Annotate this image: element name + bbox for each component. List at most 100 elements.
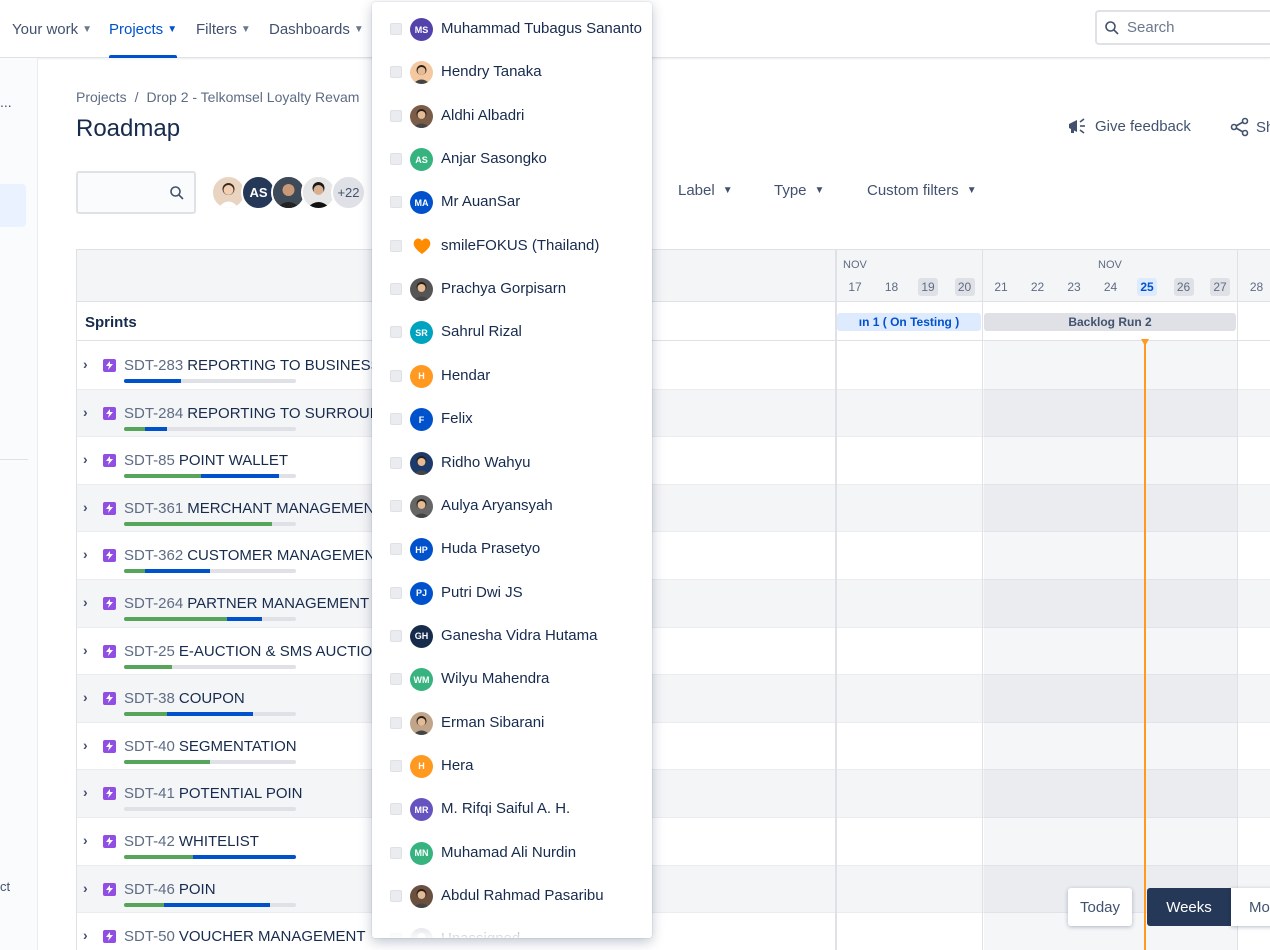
today-button[interactable]: Today (1068, 888, 1132, 926)
global-search-input[interactable]: Search (1095, 10, 1270, 45)
assignee-checkbox[interactable] (390, 23, 402, 35)
epic-title[interactable]: SDT-362 CUSTOMER MANAGEMENT (124, 547, 384, 564)
chevron-right-icon[interactable]: › (83, 404, 88, 420)
assignee-option[interactable]: MN Muhamad Ali Nurdin (372, 833, 652, 873)
chevron-right-icon[interactable]: › (83, 927, 88, 943)
epic-title[interactable]: SDT-50 VOUCHER MANAGEMENT (124, 928, 366, 945)
sprints-label: Sprints (85, 314, 137, 331)
assignee-option[interactable]: AS Anjar Sasongko (372, 139, 652, 179)
assignee-checkbox[interactable] (390, 716, 402, 729)
assignee-checkbox[interactable] (390, 499, 402, 512)
assignee-option[interactable]: MA Mr AuanSar (372, 182, 652, 222)
assignee-option[interactable]: smileFOKUS (Thailand) (372, 226, 652, 266)
roadmap-search-input[interactable] (76, 171, 196, 214)
label-filter-button[interactable]: Label ▼ (678, 182, 733, 199)
assignee-option[interactable]: F Felix (372, 399, 652, 439)
epic-title[interactable]: SDT-46 POIN (124, 881, 216, 898)
chevron-right-icon[interactable]: › (83, 642, 88, 658)
sidebar-more-icon[interactable]: ... (0, 94, 12, 110)
custom-filters-button[interactable]: Custom filters ▼ (867, 182, 977, 199)
epic-key: SDT-41 (124, 785, 175, 803)
epic-summary: COUPON (178, 690, 245, 708)
chevron-right-icon[interactable]: › (83, 880, 88, 896)
chevron-right-icon[interactable]: › (83, 689, 88, 705)
assignee-option[interactable]: Ridho Wahyu (372, 443, 652, 483)
epic-title[interactable]: SDT-264 PARTNER MANAGEMENT (124, 595, 369, 612)
nav-filters[interactable]: Filters ▼ (196, 0, 251, 58)
assignee-option[interactable]: Erman Sibarani (372, 703, 652, 743)
chevron-right-icon[interactable]: › (83, 784, 88, 800)
chevron-right-icon[interactable]: › (83, 451, 88, 467)
epic-title[interactable]: SDT-25 E-AUCTION & SMS AUCTION (124, 643, 383, 660)
nav-your-work[interactable]: Your work ▼ (12, 0, 92, 58)
assignee-name: M. Rifqi Saiful A. H. (441, 800, 571, 818)
nav-filters-label: Filters (196, 20, 237, 38)
assignee-option[interactable]: Prachya Gorpisarn (372, 269, 652, 309)
epic-icon (103, 835, 116, 848)
epic-title[interactable]: SDT-283 REPORTING TO BUSINESS U (124, 357, 396, 374)
chevron-right-icon[interactable]: › (83, 832, 88, 848)
assignee-checkbox[interactable] (390, 283, 402, 296)
sprint-bar[interactable]: Backlog Run 2 (984, 313, 1236, 331)
assignee-checkbox[interactable] (390, 803, 402, 816)
sidebar-item-roadmap[interactable] (0, 184, 26, 227)
assignee-checkbox[interactable] (390, 586, 402, 599)
assignee-option[interactable]: WM Wilyu Mahendra (372, 659, 652, 699)
epic-title[interactable]: SDT-41 POTENTIAL POIN (124, 785, 303, 802)
epic-title[interactable]: SDT-284 REPORTING TO SURROUND (124, 405, 391, 422)
assignee-checkbox[interactable] (390, 759, 402, 772)
timeline-divider[interactable] (835, 250, 837, 950)
chevron-right-icon[interactable]: › (83, 594, 88, 610)
months-button[interactable]: Mo (1231, 888, 1270, 926)
avatar-more-count[interactable]: +22 (331, 175, 366, 210)
assignee-name: Prachya Gorpisarn (441, 280, 567, 298)
assignee-checkbox[interactable] (390, 456, 402, 469)
chevron-right-icon[interactable]: › (83, 737, 88, 753)
assignee-option[interactable]: Aldhi Albadri (372, 96, 652, 136)
epic-title[interactable]: SDT-38 COUPON (124, 690, 245, 707)
progress-done (124, 617, 228, 621)
assignee-checkbox[interactable] (390, 196, 402, 209)
assignee-checkbox[interactable] (390, 153, 402, 166)
assignee-checkbox[interactable] (390, 890, 402, 902)
sidebar-item-project-settings[interactable]: ct (0, 879, 10, 894)
sprint-bar[interactable]: ın 1 ( On Testing ) (837, 313, 981, 331)
assignee-checkbox[interactable] (390, 673, 402, 686)
chevron-right-icon[interactable]: › (83, 499, 88, 515)
assignee-checkbox[interactable] (390, 413, 402, 426)
type-filter-button[interactable]: Type ▼ (774, 182, 824, 199)
weeks-button[interactable]: Weeks (1147, 888, 1231, 926)
share-button[interactable]: Sh (1230, 117, 1270, 137)
assignee-checkbox[interactable] (390, 846, 402, 859)
assignee-option[interactable]: H Hendar (372, 356, 652, 396)
assignee-checkbox[interactable] (390, 369, 402, 382)
epic-title[interactable]: SDT-42 WHITELIST (124, 833, 259, 850)
nav-dashboards[interactable]: Dashboards ▼ (269, 0, 364, 58)
assignee-option[interactable]: H Hera (372, 746, 652, 786)
assignee-option[interactable]: GH Ganesha Vidra Hutama (372, 616, 652, 656)
assignee-option[interactable]: MR M. Rifqi Saiful A. H. (372, 789, 652, 829)
breadcrumb-project[interactable]: Drop 2 - Telkomsel Loyalty Revam (146, 89, 359, 105)
assignee-option[interactable]: HP Huda Prasetyo (372, 529, 652, 569)
assignee-option[interactable]: Hendry Tanaka (372, 52, 652, 92)
nav-projects[interactable]: Projects ▼ (109, 0, 178, 58)
assignee-checkbox[interactable] (390, 109, 402, 122)
breadcrumb-projects[interactable]: Projects (76, 89, 127, 105)
chevron-right-icon[interactable]: › (83, 356, 88, 372)
epic-title[interactable]: SDT-40 SEGMENTATION (124, 738, 297, 755)
chevron-right-icon[interactable]: › (83, 546, 88, 562)
assignee-checkbox[interactable] (390, 543, 402, 556)
assignee-checkbox[interactable] (390, 239, 402, 252)
assignee-option[interactable]: MS Muhammad Tubagus Sananto (372, 9, 652, 49)
epic-title[interactable]: SDT-361 MERCHANT MANAGEMENT (124, 500, 384, 517)
epic-progress-bar (124, 712, 296, 717)
assignee-checkbox[interactable] (390, 629, 402, 642)
assignee-checkbox[interactable] (390, 326, 402, 339)
project-sidebar: ... ct (0, 58, 38, 950)
epic-title[interactable]: SDT-85 POINT WALLET (124, 452, 288, 469)
assignee-option[interactable]: Aulya Aryansyah (372, 486, 652, 526)
assignee-option[interactable]: PJ Putri Dwi JS (372, 573, 652, 613)
assignee-option[interactable]: SR Sahrul Rizal (372, 312, 652, 352)
assignee-checkbox[interactable] (390, 66, 402, 79)
give-feedback-button[interactable]: Give feedback (1067, 117, 1191, 135)
